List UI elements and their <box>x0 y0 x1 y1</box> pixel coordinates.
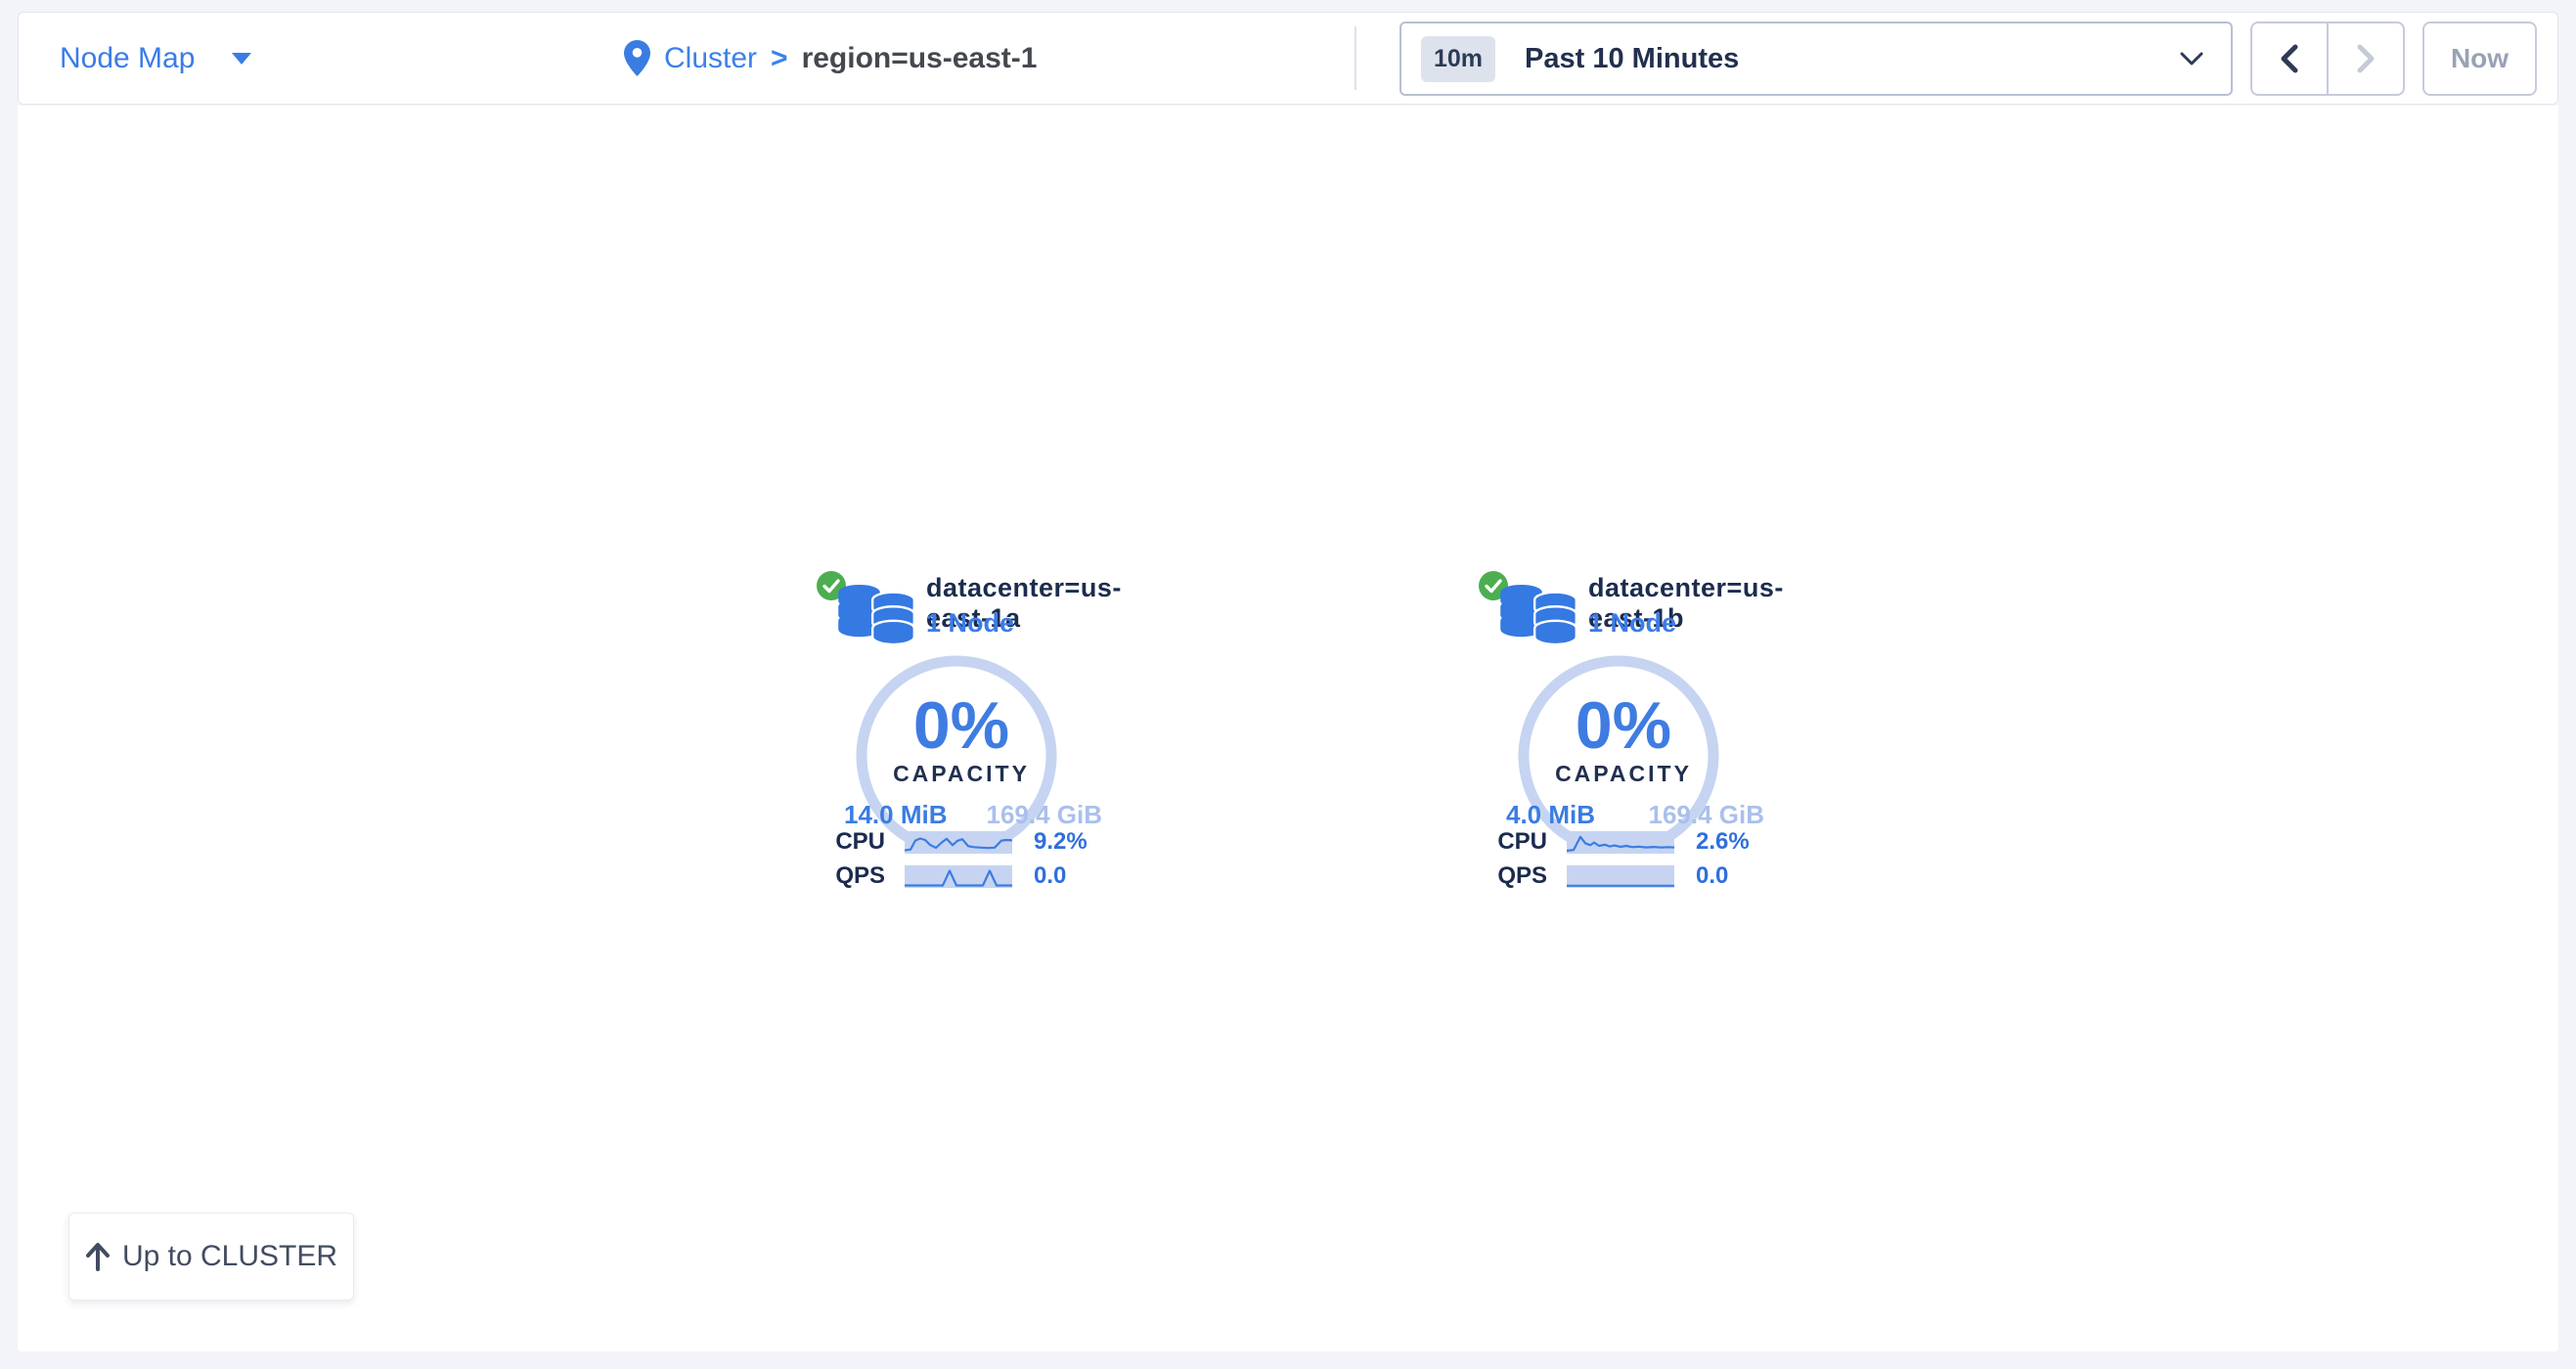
chevron-left-icon <box>2280 44 2299 73</box>
qps-label: QPS <box>751 862 885 890</box>
cpu-sparkline <box>905 831 1012 854</box>
view-selector-label: Node Map <box>60 42 195 75</box>
qps-sparkline <box>1567 865 1674 888</box>
qps-value: 0.0 <box>1034 862 1066 890</box>
chevron-right-icon <box>2356 44 2376 73</box>
cpu-label: CPU <box>751 828 885 856</box>
locality-card-us-east-1a[interactable]: datacenter=us-east-1a 1 Node 0% CAPACITY… <box>751 565 1172 903</box>
now-button-label: Now <box>2451 43 2509 74</box>
capacity-used: 14.0 MiB <box>844 800 948 830</box>
database-stack-icon <box>1498 583 1580 645</box>
prev-time-button[interactable] <box>2252 23 2329 94</box>
cpu-sparkline <box>1567 831 1674 854</box>
breadcrumb-current: region=us-east-1 <box>802 42 1038 75</box>
time-range-badge: 10m <box>1421 36 1495 82</box>
capacity-total: 169.4 GiB <box>986 800 1102 830</box>
now-button[interactable]: Now <box>2422 22 2537 96</box>
cpu-value: 9.2% <box>1034 828 1088 856</box>
capacity-total: 169.4 GiB <box>1648 800 1764 830</box>
cpu-label: CPU <box>1413 828 1547 856</box>
view-selector-dropdown[interactable]: Node Map <box>60 13 251 104</box>
breadcrumb-root-link[interactable]: Cluster <box>664 42 757 75</box>
capacity-used: 4.0 MiB <box>1506 800 1595 830</box>
header-bar: Node Map Cluster > region=us-east-1 10m … <box>18 12 2558 105</box>
qps-value: 0.0 <box>1696 862 1728 890</box>
locality-node-count: 1 Node <box>926 608 1014 639</box>
breadcrumb-separator: > <box>771 42 788 75</box>
time-range-selector[interactable]: 10m Past 10 Minutes <box>1399 22 2233 96</box>
time-nav-group <box>2250 22 2405 96</box>
capacity-percentage: 0% <box>751 687 1172 764</box>
caret-down-icon <box>232 53 251 65</box>
arrow-up-icon <box>85 1242 111 1271</box>
chevron-down-icon <box>2180 52 2203 66</box>
capacity-label: CAPACITY <box>751 761 1172 787</box>
locality-node-count: 1 Node <box>1588 608 1676 639</box>
header-divider <box>1355 26 1356 90</box>
qps-label: QPS <box>1413 862 1547 890</box>
location-pin-icon <box>624 40 650 77</box>
capacity-label: CAPACITY <box>1413 761 1834 787</box>
up-to-cluster-label: Up to CLUSTER <box>122 1240 337 1273</box>
node-map-canvas: datacenter=us-east-1a 1 Node 0% CAPACITY… <box>18 106 2558 1351</box>
time-range-label: Past 10 Minutes <box>1525 43 1739 75</box>
capacity-percentage: 0% <box>1413 687 1834 764</box>
locality-card-us-east-1b[interactable]: datacenter=us-east-1b 1 Node 0% CAPACITY… <box>1413 565 1834 903</box>
next-time-button[interactable] <box>2329 23 2403 94</box>
breadcrumb: Cluster > region=us-east-1 <box>624 13 1037 104</box>
database-stack-icon <box>836 583 918 645</box>
qps-sparkline <box>905 865 1012 888</box>
up-to-cluster-button[interactable]: Up to CLUSTER <box>68 1213 354 1301</box>
cpu-value: 2.6% <box>1696 828 1750 856</box>
